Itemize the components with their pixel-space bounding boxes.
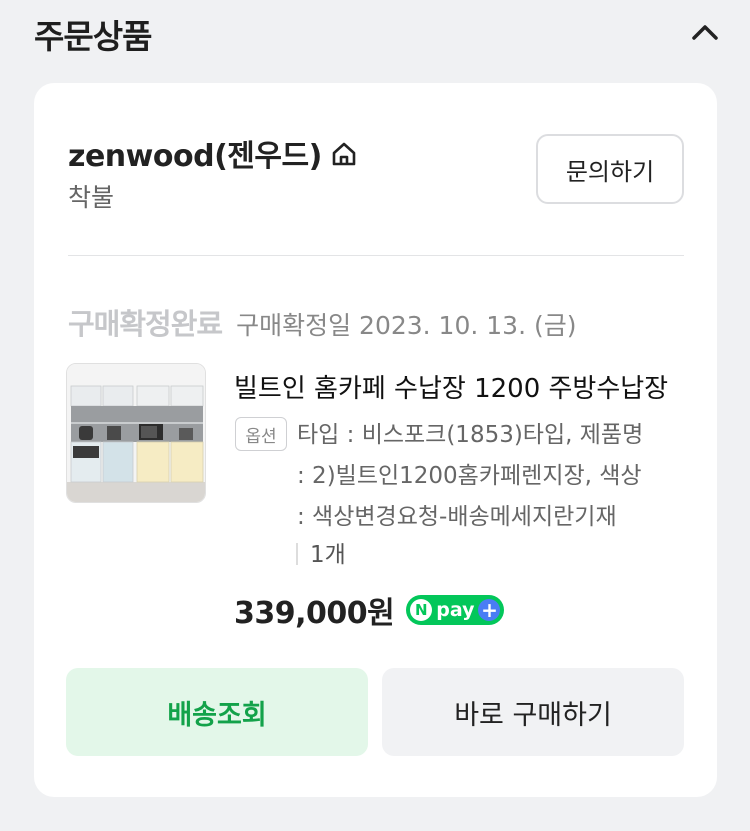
section-title: 주문상품 <box>34 17 152 56</box>
order-items-header[interactable]: 주문상품 <box>0 0 750 70</box>
quantity-separator <box>296 543 298 565</box>
order-status: 구매확정완료 <box>68 307 223 341</box>
order-card: zenwood(젠우드) 착불 문의하기 구매확정완료 구매확정일 2023. … <box>34 83 717 797</box>
price-row: 339,000원 N pay + <box>234 588 505 632</box>
kitchen-cabinet-image <box>67 364 205 502</box>
option-line: : 2)빌트인1200홈카페렌지장, 색상 <box>297 463 642 489</box>
option-badge: 옵션 <box>235 417 287 451</box>
delivery-tracking-button[interactable]: 배송조회 <box>66 668 368 756</box>
shipping-fee-type: 착불 <box>68 183 115 212</box>
buy-again-button[interactable]: 바로 구매하기 <box>382 668 684 756</box>
quantity: 1개 <box>310 542 346 568</box>
divider <box>68 255 684 256</box>
order-status-row: 구매확정완료 구매확정일 2023. 10. 13. (금) <box>68 301 576 343</box>
inquiry-button[interactable]: 문의하기 <box>536 134 684 204</box>
home-icon[interactable] <box>330 140 358 168</box>
product-title[interactable]: 빌트인 홈카페 수납장 1200 주방수납장 <box>234 368 674 405</box>
product-options: 타입 : 비스포크(1853)타입, 제품명 : 2)빌트인1200홈카페렌지장… <box>297 415 697 538</box>
npay-plus-badge: N pay + <box>406 595 505 625</box>
purchase-confirm-date: 구매확정일 2023. 10. 13. (금) <box>236 311 577 340</box>
product-price: 339,000원 <box>234 596 395 631</box>
product-thumbnail[interactable] <box>66 363 206 503</box>
store-name[interactable]: zenwood(젠우드) <box>68 131 322 175</box>
chevron-up-icon[interactable] <box>688 18 722 46</box>
option-line: : 색상변경요청-배송메세지란기재 <box>297 504 617 530</box>
store-name-row[interactable]: zenwood(젠우드) <box>68 131 358 175</box>
option-line: 타입 : 비스포크(1853)타입, 제품명 <box>297 422 644 448</box>
plus-icon: + <box>478 599 501 621</box>
npay-label: pay <box>436 599 475 621</box>
npay-logo-icon: N <box>410 599 433 621</box>
